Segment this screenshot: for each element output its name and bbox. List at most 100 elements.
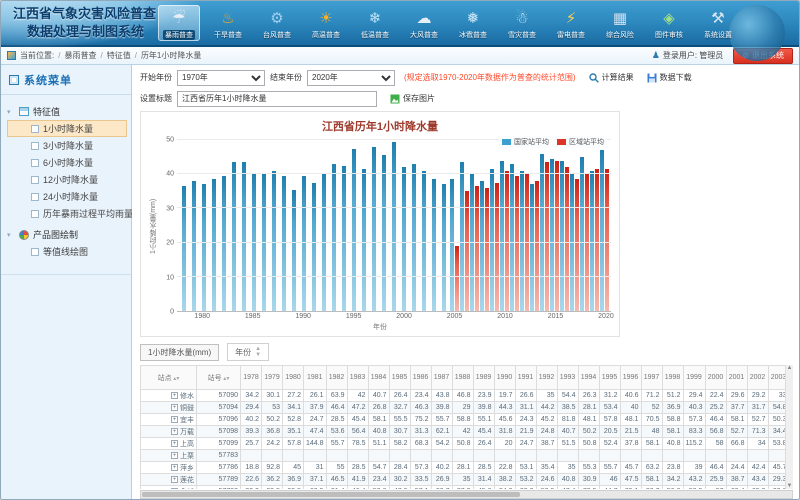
toolbar-item-3[interactable]: ⚙台风普查 — [256, 5, 298, 41]
toolbar-item-10[interactable]: ▦综合风险 — [599, 5, 641, 41]
toolbar-item-11[interactable]: ◈图件审核 — [648, 5, 690, 41]
chart-bar-national[interactable] — [490, 169, 494, 311]
chart-bar-national[interactable] — [580, 157, 584, 311]
tree-item-24小时降水量[interactable]: 24小时降水量 — [7, 188, 127, 205]
save-image-button[interactable]: 保存图片 — [390, 93, 435, 104]
tree-item-12小时降水量[interactable]: 12小时降水量 — [7, 171, 127, 188]
chart-bar-national[interactable] — [560, 161, 564, 311]
row-expander-icon[interactable]: + — [171, 392, 178, 399]
toolbar-item-2[interactable]: ♨干旱普查 — [207, 5, 249, 41]
breadcrumb-item-feature[interactable]: 特征值 — [107, 50, 131, 61]
logout-button[interactable]: ⊘ 退出系统 — [733, 48, 793, 64]
station-name[interactable]: 上栗 — [180, 453, 194, 460]
toolbar-item-12[interactable]: ⚒系统设置 — [697, 5, 739, 41]
checkbox-icon[interactable] — [31, 159, 39, 167]
chart-bar-national[interactable] — [372, 147, 376, 311]
chart-bar-regional[interactable] — [475, 186, 479, 311]
tree-group-2[interactable]: ▾产品图绘制 — [7, 226, 127, 243]
station-name[interactable]: 上高 — [180, 441, 194, 448]
chart-bar-national[interactable] — [510, 164, 514, 311]
toolbar-item-9[interactable]: ⚡雷电普查 — [550, 5, 592, 41]
chart-bar-national[interactable] — [362, 169, 366, 311]
station-name[interactable]: 修水 — [180, 393, 194, 400]
station-name[interactable]: 宜丰 — [180, 417, 194, 424]
station-name[interactable]: 铜鼓 — [180, 405, 194, 412]
chart-bar-regional[interactable] — [575, 179, 579, 311]
chart-bar-national[interactable] — [302, 176, 306, 311]
chart-bar-regional[interactable] — [455, 246, 459, 311]
chart-bar-national[interactable] — [442, 184, 446, 311]
chart-bar-national[interactable] — [432, 179, 436, 311]
chart-bar-regional[interactable] — [515, 176, 519, 311]
chart-bar-national[interactable] — [600, 150, 604, 311]
col-header-station-id[interactable]: 站号 ▴▾ — [197, 366, 241, 390]
chart-bar-national[interactable] — [182, 186, 186, 311]
chart-bar-national[interactable] — [222, 176, 226, 311]
station-name[interactable]: 莲花 — [180, 477, 194, 484]
chart-bar-national[interactable] — [202, 184, 206, 311]
end-year-select[interactable]: 2020年 — [307, 70, 395, 86]
toolbar-item-1[interactable]: ☔暴雨普查 — [158, 5, 200, 41]
chart-bar-regional[interactable] — [565, 167, 569, 311]
scrollbar-thumb[interactable] — [142, 492, 520, 497]
row-expander-icon[interactable]: + — [171, 404, 178, 411]
row-expander-icon[interactable]: + — [171, 464, 178, 471]
row-expander-icon[interactable]: + — [171, 440, 178, 447]
chart-bar-national[interactable] — [402, 167, 406, 311]
row-expander-icon[interactable]: + — [171, 428, 178, 435]
chart-bar-regional[interactable] — [595, 169, 599, 311]
toolbar-item-8[interactable]: ☃雪灾普查 — [501, 5, 543, 41]
start-year-select[interactable]: 1970年 — [177, 70, 265, 86]
tree-item-1小时降水量[interactable]: 1小时降水量 — [7, 120, 127, 137]
chart-bar-regional[interactable] — [495, 183, 499, 311]
chart-bar-regional[interactable] — [535, 181, 539, 311]
station-name[interactable]: 永新 — [180, 489, 194, 490]
toolbar-item-5[interactable]: ❄低温普查 — [354, 5, 396, 41]
tree-item-历年暴雨过程平均雨量[interactable]: 历年暴雨过程平均雨量 — [7, 205, 127, 222]
checkbox-icon[interactable] — [31, 193, 39, 201]
toolbar-item-6[interactable]: ☁大风普查 — [403, 5, 445, 41]
toolbar-item-7[interactable]: ❅冰雹普查 — [452, 5, 494, 41]
breadcrumb-item-current[interactable]: 历年1小时降水量 — [141, 50, 201, 61]
tree-group-1[interactable]: ▾特征值 — [7, 103, 127, 120]
tree-item-等值线绘图[interactable]: 等值线绘图 — [7, 243, 127, 260]
station-name[interactable]: 万载 — [180, 429, 194, 436]
row-expander-icon[interactable]: + — [171, 452, 178, 459]
checkbox-icon[interactable] — [31, 210, 39, 218]
chart-bar-national[interactable] — [332, 164, 336, 311]
checkbox-icon[interactable] — [31, 125, 39, 133]
chart-bar-national[interactable] — [480, 181, 484, 311]
breadcrumb-item-survey[interactable]: 暴雨普查 — [64, 50, 96, 61]
chart-bar-national[interactable] — [540, 154, 544, 311]
checkbox-icon[interactable] — [31, 176, 39, 184]
station-name[interactable]: 萍乡 — [180, 465, 194, 472]
chart-bar-national[interactable] — [550, 159, 554, 311]
collapse-icon[interactable]: ▾ — [7, 231, 15, 239]
legend-national[interactable]: 国家站平均 — [502, 137, 549, 147]
collapse-icon[interactable]: ▾ — [7, 108, 15, 116]
row-expander-icon[interactable]: + — [171, 416, 178, 423]
col-header-station[interactable]: 站点 ▴▾ — [141, 366, 197, 390]
horizontal-scrollbar[interactable] — [140, 490, 793, 499]
chart-title-input[interactable] — [177, 91, 377, 107]
chart-bar-regional[interactable] — [485, 188, 489, 311]
chart-bar-regional[interactable] — [605, 169, 609, 311]
chart-bar-national[interactable] — [192, 181, 196, 311]
chart-bar-national[interactable] — [500, 161, 504, 311]
download-button[interactable]: 数据下载 — [647, 72, 692, 83]
chart-bar-national[interactable] — [282, 176, 286, 311]
chart-bar-national[interactable] — [232, 162, 236, 311]
chart-bar-regional[interactable] — [545, 162, 549, 311]
chart-bar-national[interactable] — [382, 155, 386, 311]
legend-regional[interactable]: 区域站平均 — [557, 137, 604, 147]
tree-item-6小时降水量[interactable]: 6小时降水量 — [7, 154, 127, 171]
chart-bar-national[interactable] — [242, 162, 246, 311]
chart-bar-national[interactable] — [342, 166, 346, 311]
chart-bar-national[interactable] — [392, 142, 396, 311]
year-sort-control[interactable]: 年份 ▲▼ — [227, 343, 269, 361]
calculate-button[interactable]: 计算结果 — [589, 72, 634, 83]
row-expander-icon[interactable]: + — [171, 488, 178, 489]
chart-bar-national[interactable] — [460, 162, 464, 311]
toolbar-item-4[interactable]: ☀高温普查 — [305, 5, 347, 41]
chart-bar-regional[interactable] — [465, 191, 469, 311]
